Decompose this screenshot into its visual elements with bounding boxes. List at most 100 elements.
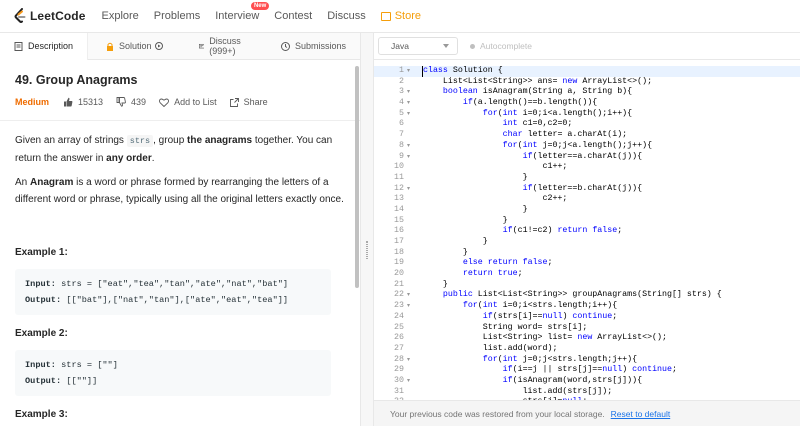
fold-chevron-icon[interactable]: ▾	[407, 152, 410, 163]
nav-problems[interactable]: Problems	[154, 10, 200, 22]
fold-chevron-icon[interactable]: ▾	[407, 184, 410, 195]
nav-discuss[interactable]: Discuss	[327, 10, 366, 22]
problem-panel: Description Solution Discuss (999+) Subm…	[0, 32, 360, 426]
code-line[interactable]: 6 int c1=0,c2=0;	[374, 119, 800, 130]
line-number: 24	[394, 311, 404, 321]
code-line[interactable]: 12 ▾ if(letter==b.charAt(j)){	[374, 184, 800, 195]
code-line[interactable]: 13 c2++;	[374, 194, 800, 205]
nav-store[interactable]: Store	[380, 10, 421, 22]
code-line[interactable]: 27 list.add(word);	[374, 344, 800, 355]
leetcode-logo[interactable]: LeetCode	[14, 8, 85, 24]
code-line[interactable]: 21 }	[374, 280, 800, 291]
line-number: 18	[394, 247, 404, 257]
autocomplete-toggle[interactable]: Autocomplete	[470, 41, 532, 51]
code-text: for(int i=0;i<strs.length;i++){	[462, 301, 618, 311]
line-number: 5	[399, 108, 404, 118]
line-number: 22	[394, 290, 404, 300]
fold-chevron-icon[interactable]: ▾	[407, 98, 410, 109]
tab-discuss-label: Discuss (999+)	[209, 36, 241, 56]
code-line[interactable]: 4 ▾ if(a.length()==b.length()){	[374, 98, 800, 109]
fold-chevron-icon[interactable]: ▾	[407, 87, 410, 98]
example-2-heading: Example 2:	[15, 328, 68, 339]
code-line[interactable]: 11 }	[374, 173, 800, 184]
top-navbar: LeetCode Explore Problems Interview New …	[0, 0, 800, 33]
problem-title: 49. Group Anagrams	[15, 73, 138, 87]
fold-chevron-icon[interactable]: ▾	[407, 66, 410, 77]
code-text: if(i==j || strs[j]==null) continue;	[502, 365, 677, 375]
code-text: c2++;	[423, 194, 568, 204]
code-line[interactable]: 22 ▾ public List<List<String>> groupAnagr…	[374, 290, 800, 301]
code-text: if(a.length()==b.length()){	[462, 98, 598, 108]
code-line[interactable]: 14 }	[374, 205, 800, 216]
language-select[interactable]: Java	[378, 37, 458, 55]
example-1-input: strs = ["eat","tea","tan","ate","nat","b…	[61, 279, 289, 289]
code-text: }	[423, 204, 528, 214]
code-line[interactable]: 15 }	[374, 216, 800, 227]
fold-chevron-icon[interactable]: ▾	[407, 301, 410, 312]
code-line[interactable]: 26 List<String> list= new ArrayList<>();	[374, 333, 800, 344]
code-line[interactable]: 16 if(c1!=c2) return false;	[374, 226, 800, 237]
code-line[interactable]: 7 char letter= a.charAt(i);	[374, 130, 800, 141]
nav-interview[interactable]: Interview New	[215, 2, 270, 22]
line-number: 16	[394, 226, 404, 236]
code-line[interactable]: 2 List<List<String>> ans= new ArrayList<…	[374, 77, 800, 88]
tab-description-label: Description	[28, 41, 74, 51]
code-text: }	[423, 237, 488, 246]
code-line[interactable]: 19 else return false;	[374, 258, 800, 269]
code-line[interactable]: 17 }	[374, 237, 800, 248]
code-text: if(letter==a.charAt(j)){	[522, 151, 643, 161]
heart-icon	[159, 98, 170, 107]
line-number: 27	[394, 343, 404, 353]
code-line[interactable]: 9 ▾ if(letter==a.charAt(j)){	[374, 152, 800, 163]
code-line[interactable]: 8 ▾ for(int j=0;j<a.length();j++){	[374, 141, 800, 152]
fold-chevron-icon[interactable]: ▾	[407, 109, 410, 120]
code-line[interactable]: 31 list.add(strs[j]);	[374, 387, 800, 398]
fold-chevron-icon[interactable]: ▾	[407, 290, 410, 301]
code-editor[interactable]: 1 ▾ class Solution {2 List<List<String>> a…	[374, 66, 800, 433]
code-line[interactable]: 10 c1++;	[374, 162, 800, 173]
code-line[interactable]: 25 String word= strs[i];	[374, 323, 800, 334]
autocomplete-dot-icon	[470, 43, 475, 49]
tab-solution[interactable]: Solution	[88, 33, 177, 60]
text-cursor	[422, 66, 423, 77]
code-text: if(letter==b.charAt(j)){	[522, 183, 643, 193]
line-number: 29	[394, 365, 404, 375]
code-line[interactable]: 29 if(i==j || strs[j]==null) continue;	[374, 365, 800, 376]
dislike-button[interactable]: 439	[116, 97, 146, 107]
code-line[interactable]: 24 if(strs[i]==null) continue;	[374, 312, 800, 323]
code-line[interactable]: 23 ▾ for(int i=0;i<strs.length;i++){	[374, 301, 800, 312]
fold-chevron-icon[interactable]: ▾	[407, 376, 410, 387]
description-scrollbar[interactable]	[355, 66, 359, 288]
code-text: boolean isAnagram(String a, String b){	[442, 87, 633, 97]
code-line[interactable]: 18 }	[374, 248, 800, 259]
code-text: if(c1!=c2) return false;	[502, 226, 623, 236]
tab-description[interactable]: Description	[0, 32, 89, 60]
code-line[interactable]: 28 ▾ for(int j=0;j<strs.length;j++){	[374, 355, 800, 366]
discuss-icon	[198, 43, 205, 48]
fold-chevron-icon[interactable]: ▾	[407, 355, 410, 366]
code-text: c1++;	[423, 162, 568, 172]
code-line[interactable]: 30 ▾ if(isAnagram(word,strs[j])){	[374, 376, 800, 387]
share-button[interactable]: Share	[229, 97, 268, 107]
code-text: List<String> list= new ArrayList<>();	[423, 333, 667, 343]
code-text: else return false;	[462, 258, 553, 268]
line-number: 20	[394, 269, 404, 279]
panel-splitter[interactable]	[360, 33, 374, 426]
code-line[interactable]: 3 ▾ boolean isAnagram(String a, String b)…	[374, 87, 800, 98]
fold-chevron-icon[interactable]: ▾	[407, 141, 410, 152]
like-button[interactable]: 15313	[63, 97, 103, 107]
reset-to-default-link[interactable]: Reset to default	[611, 409, 671, 419]
lock-icon	[107, 42, 114, 51]
video-icon	[154, 42, 163, 50]
code-line[interactable]: 1 ▾ class Solution {	[374, 66, 800, 77]
code-line[interactable]: 5 ▾ for(int i=0;i<a.length();i++){	[374, 109, 800, 120]
example-2-output: [[""]]	[66, 376, 98, 386]
nav-explore[interactable]: Explore	[101, 10, 138, 22]
code-line[interactable]: 20 return true;	[374, 269, 800, 280]
tab-submissions[interactable]: Submissions	[261, 33, 360, 60]
code-text: if(strs[i]==null) continue;	[482, 311, 618, 321]
example-1-output: [["bat"],["nat","tan"],["ate","eat","tea…	[66, 295, 289, 305]
tab-discuss[interactable]: Discuss (999+)	[177, 33, 261, 60]
add-to-list-button[interactable]: Add to List	[159, 97, 217, 107]
nav-contest[interactable]: Contest	[274, 10, 312, 22]
